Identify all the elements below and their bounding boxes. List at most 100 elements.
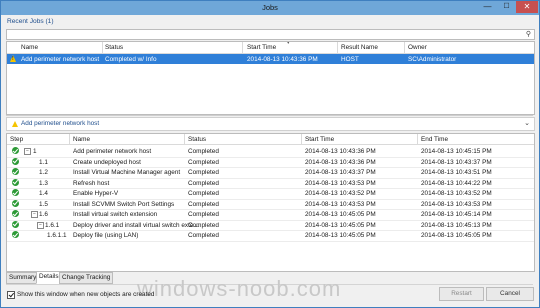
step-start-time: 2014-08-13 10:43:53 PM: [305, 179, 376, 187]
completed-check-icon: [12, 210, 19, 217]
warning-icon: [10, 55, 16, 62]
completed-check-icon: [12, 147, 19, 154]
window-title: Jobs: [262, 3, 278, 12]
completed-check-icon: [12, 157, 19, 165]
step-name: Deploy file (using LAN): [73, 232, 139, 239]
column-header-start-time[interactable]: Start Time: [247, 44, 276, 51]
show-window-checkbox-label[interactable]: Show this window when new objects are cr…: [17, 291, 154, 298]
column-header-status[interactable]: Status: [188, 136, 206, 143]
column-header-step[interactable]: Step: [10, 136, 23, 143]
step-name: Refresh host: [73, 179, 110, 187]
step-start-time: 2014-08-13 10:43:53 PM: [305, 200, 376, 208]
tab-change-tracking[interactable]: Change Tracking: [59, 272, 114, 284]
chevron-down-icon[interactable]: ⌄: [524, 119, 530, 127]
step-end-time: 2014-08-13 10:45:14 PM: [421, 211, 492, 218]
steps-table: Step Name Status Start Time End Time − 1…: [6, 133, 535, 272]
job-status: Completed w/ Info: [105, 56, 157, 63]
step-number: 1.5: [39, 200, 48, 208]
step-number: 1.6: [39, 211, 48, 218]
step-number: 1.1: [39, 158, 48, 166]
minimize-button[interactable]: —: [478, 1, 497, 13]
step-end-time: 2014-08-13 10:43:52 PM: [421, 190, 492, 197]
job-owner: SC\Administrator: [408, 56, 457, 63]
step-status: Completed: [188, 200, 219, 208]
step-status: Completed: [188, 179, 219, 187]
step-status: Completed: [188, 221, 219, 229]
step-status: Completed: [188, 148, 219, 155]
step-number: 1.4: [39, 190, 48, 197]
detail-title: Add perimeter network host: [21, 120, 100, 127]
completed-check-icon: [12, 178, 19, 186]
completed-check-icon: [12, 189, 19, 196]
tab-details[interactable]: Details: [36, 271, 62, 284]
step-number: 1.2: [39, 169, 48, 176]
step-start-time: 2014-08-13 10:43:52 PM: [305, 190, 376, 197]
column-header-start-time[interactable]: Start Time: [305, 136, 334, 143]
step-number: 1.6.1.1: [47, 232, 67, 239]
step-status: Completed: [188, 158, 219, 166]
collapse-icon[interactable]: −: [24, 148, 31, 155]
sort-descending-icon: ▾: [287, 41, 290, 46]
show-window-checkbox[interactable]: [7, 291, 15, 299]
title-bar[interactable]: Jobs — ☐ ✕: [1, 1, 539, 15]
step-number: 1: [33, 148, 37, 155]
step-name: Install SCVMM Switch Port Settings: [73, 200, 175, 208]
restart-button[interactable]: Restart: [439, 287, 484, 301]
column-header-end-time[interactable]: End Time: [421, 136, 448, 143]
close-button[interactable]: ✕: [516, 1, 538, 13]
collapse-icon[interactable]: −: [31, 211, 38, 218]
step-name: Deploy driver and install virtual switch…: [73, 221, 199, 229]
step-name: Install Virtual Machine Manager agent: [73, 169, 181, 176]
recent-jobs-label: Recent Jobs (1): [7, 18, 54, 25]
maximize-button[interactable]: ☐: [497, 1, 516, 13]
step-end-time: 2014-08-13 10:45:15 PM: [421, 148, 492, 155]
completed-check-icon: [12, 220, 19, 228]
step-end-time: 2014-08-13 10:45:05 PM: [421, 232, 492, 239]
column-header-status[interactable]: Status: [105, 44, 123, 51]
step-start-time: 2014-08-13 10:45:05 PM: [305, 232, 376, 239]
step-name: Install virtual switch extension: [73, 211, 158, 218]
completed-check-icon: [12, 231, 19, 238]
column-header-name[interactable]: Name: [21, 44, 38, 51]
collapse-icon[interactable]: −: [37, 221, 44, 229]
tab-summary[interactable]: Summary: [6, 272, 40, 284]
steps-table-header: Step Name Status Start Time End Time: [7, 134, 534, 145]
step-end-time: 2014-08-13 10:43:51 PM: [421, 169, 492, 176]
column-header-owner[interactable]: Owner: [408, 44, 427, 51]
step-status: Completed: [188, 211, 219, 218]
step-end-time: 2014-08-13 10:44:22 PM: [421, 179, 492, 187]
column-header-name[interactable]: Name: [73, 136, 90, 143]
watermark-text: windows-noob.com: [137, 276, 342, 301]
jobs-window: Jobs — ☐ ✕ Recent Jobs (1) ⚲ Name Status…: [0, 0, 540, 308]
step-start-time: 2014-08-13 10:43:36 PM: [305, 148, 376, 155]
step-end-time: 2014-08-13 10:43:37 PM: [421, 158, 492, 166]
warning-icon: [12, 121, 18, 127]
step-number: 1.6.1: [45, 221, 60, 229]
step-status: Completed: [188, 232, 219, 239]
step-name: Create undeployed host: [73, 158, 141, 166]
jobs-table-header: Name Status ▾ Start Time Result Name Own…: [7, 42, 534, 54]
completed-check-icon: [12, 199, 19, 207]
search-icon[interactable]: ⚲: [526, 30, 531, 38]
job-result-name: HOST: [341, 56, 359, 63]
step-status: Completed: [188, 169, 219, 176]
pane-splitter[interactable]: [6, 115, 533, 116]
step-start-time: 2014-08-13 10:45:05 PM: [305, 221, 376, 229]
recent-jobs-table: Name Status ▾ Start Time Result Name Own…: [6, 41, 535, 115]
step-name: Add perimeter network host: [73, 148, 152, 155]
step-status: Completed: [188, 190, 219, 197]
search-input[interactable]: ⚲: [6, 29, 535, 40]
job-start-time: 2014-08-13 10:43:36 PM: [247, 56, 318, 63]
step-end-time: 2014-08-13 10:43:53 PM: [421, 200, 492, 208]
job-name: Add perimeter network host: [21, 56, 100, 63]
step-start-time: 2014-08-13 10:43:37 PM: [305, 169, 376, 176]
completed-check-icon: [12, 168, 19, 175]
cancel-button[interactable]: Cancel: [486, 287, 534, 301]
step-row[interactable]: 1.6.1.1 Deploy file (using LAN) Complete…: [7, 230, 534, 242]
detail-header[interactable]: Add perimeter network host ⌄: [6, 117, 535, 131]
step-number: 1.3: [39, 179, 48, 187]
column-header-result-name[interactable]: Result Name: [341, 44, 378, 51]
job-row-selected[interactable]: Add perimeter network host Completed w/ …: [7, 54, 534, 64]
step-name: Enable Hyper-V: [73, 190, 119, 197]
step-end-time: 2014-08-13 10:45:13 PM: [421, 221, 492, 229]
